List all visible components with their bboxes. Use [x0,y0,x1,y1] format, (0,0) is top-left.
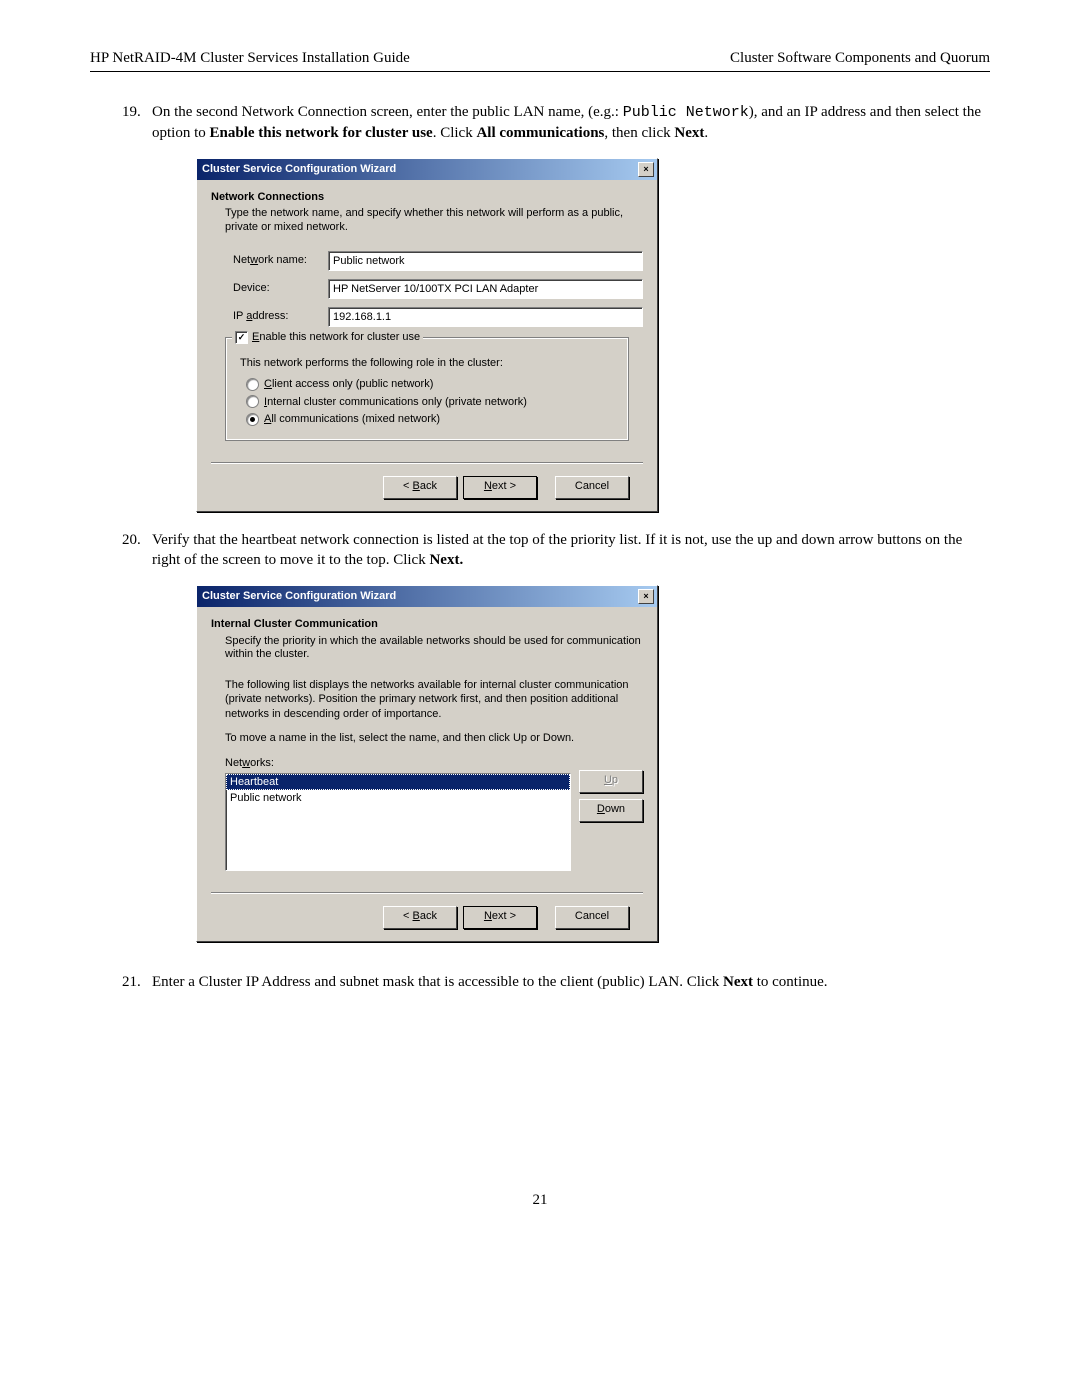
dialog1-title: Cluster Service Configuration Wizard [202,162,396,177]
radio-all-comm-label: All communications (mixed network) [264,412,440,427]
dialog2-subtext: Specify the priority in which the availa… [225,635,643,663]
network-name-label: Network name: [233,253,328,268]
dialog2-heading: Internal Cluster Communication [211,617,643,632]
dialog1-heading: Network Connections [211,190,643,205]
back-button[interactable]: < Back [383,476,457,499]
step-19-text: On the second Network Connection screen,… [152,104,981,141]
cancel-button[interactable]: Cancel [555,476,629,499]
back-button[interactable]: < Back [383,906,457,929]
cancel-button[interactable]: Cancel [555,906,629,929]
page-header: HP NetRAID-4M Cluster Services Installat… [90,50,990,71]
dialog2-titlebar: Cluster Service Configuration Wizard × [197,586,657,607]
networks-list-label: Networks: [225,756,571,771]
dialog2-title: Cluster Service Configuration Wizard [202,589,396,604]
dialog1-subtext: Type the network name, and specify wheth… [225,207,643,235]
role-label: This network performs the following role… [240,356,614,371]
device-label: Device: [233,281,328,296]
header-left: HP NetRAID-4M Cluster Services Installat… [90,50,410,67]
step-21-number: 21. [122,972,141,992]
radio-all-comm[interactable] [246,413,259,426]
next-button[interactable]: Next > [463,906,537,929]
document-page: HP NetRAID-4M Cluster Services Installat… [90,0,990,1249]
radio-internal-comm-label: Internal cluster communications only (pr… [264,395,527,410]
radio-internal-comm[interactable] [246,395,259,408]
list-item-heartbeat[interactable]: Heartbeat [226,774,570,791]
dialog-internal-cluster-communication: Cluster Service Configuration Wizard × I… [196,585,658,942]
down-button[interactable]: Down [579,799,643,822]
header-right: Cluster Software Components and Quorum [730,50,990,67]
up-button[interactable]: Up [579,770,643,793]
enable-network-fieldset: ✓ Enable this network for cluster use Th… [225,337,629,441]
enable-network-checkbox[interactable]: ✓ [235,331,248,344]
step-20: 20. Verify that the heartbeat network co… [122,530,990,941]
networks-listbox[interactable]: Heartbeat Public network [225,773,571,871]
dialog2-intro: The following list displays the networks… [225,678,629,721]
radio-client-access[interactable] [246,378,259,391]
page-number: 21 [90,1192,990,1209]
enable-network-label: Enable this network for cluster use [252,330,420,345]
step-21-text: Enter a Cluster IP Address and subnet ma… [152,974,828,990]
device-input[interactable]: HP NetServer 10/100TX PCI LAN Adapter [328,279,643,299]
close-icon[interactable]: × [638,589,654,604]
step-19-number: 19. [122,102,141,122]
radio-client-access-label: Client access only (public network) [264,377,433,392]
dialog2-movehint: To move a name in the list, select the n… [225,731,629,746]
ip-label: IP address: [233,309,328,324]
ip-input[interactable]: 192.168.1.1 [328,307,643,327]
next-button[interactable]: Next > [463,476,537,499]
close-icon[interactable]: × [638,162,654,177]
list-item-public-network[interactable]: Public network [226,790,570,807]
step-20-number: 20. [122,530,141,550]
step-19: 19. On the second Network Connection scr… [122,102,990,512]
step-21: 21. Enter a Cluster IP Address and subne… [122,972,990,992]
dialog1-titlebar: Cluster Service Configuration Wizard × [197,159,657,180]
network-name-input[interactable]: Public network [328,251,643,271]
step-20-text: Verify that the heartbeat network connec… [152,532,962,568]
dialog-network-connections: Cluster Service Configuration Wizard × N… [196,158,658,513]
header-rule [90,71,990,72]
